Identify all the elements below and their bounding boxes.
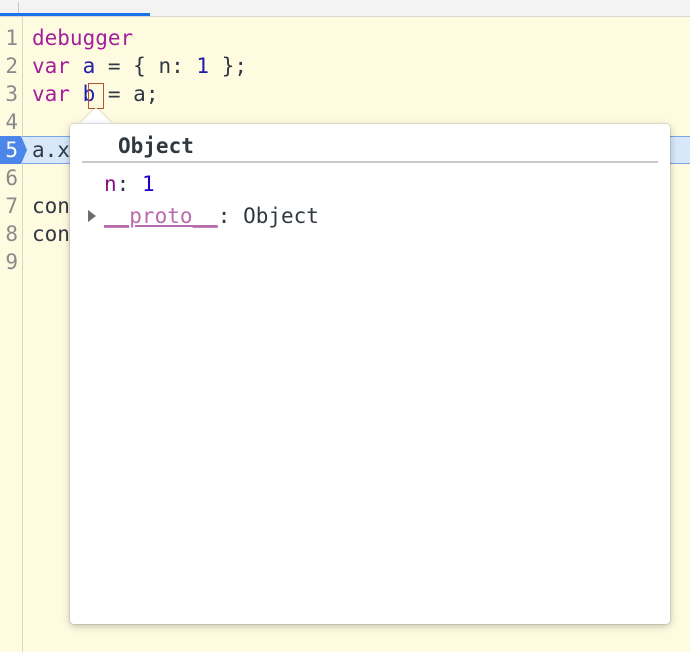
line-number[interactable]: 3 — [0, 80, 18, 108]
line-number[interactable]: 7 — [0, 192, 18, 220]
active-tab-indicator[interactable] — [0, 13, 150, 16]
code-token: var — [32, 82, 70, 106]
property-name: n — [104, 172, 117, 196]
line-code: var a = { n: 1 }; — [32, 52, 247, 80]
code-line[interactable]: 2 var a = { n: 1 }; — [0, 52, 690, 80]
code-token: debugger — [32, 26, 134, 50]
popover-divider — [82, 161, 658, 163]
execution-line-number: 5 — [5, 138, 18, 162]
line-number[interactable]: 2 — [0, 52, 18, 80]
line-code: debugger — [32, 24, 133, 52]
code-token: con — [32, 222, 70, 246]
code-token: var — [32, 54, 70, 78]
line-code: con — [32, 220, 70, 248]
property-row: n: 1 — [104, 170, 155, 198]
line-number[interactable]: 1 — [0, 24, 18, 52]
sources-editor: 1 debugger 2 var a = { n: 1 }; 3 var b = a; 4 a… — [0, 0, 690, 652]
code-token: con — [32, 194, 70, 218]
popover-title: Object — [118, 134, 194, 158]
code-token: a — [82, 54, 96, 78]
property-value: 1 — [141, 172, 155, 196]
object-preview-popover: Object n: 1 __proto__: Object — [70, 124, 670, 624]
code-token: a.x — [32, 138, 70, 162]
line-number[interactable]: 8 — [0, 220, 18, 248]
line-code: con — [32, 192, 70, 220]
tab-separator — [8, 2, 19, 13]
editor-tab-strip — [0, 0, 690, 17]
expand-triangle-icon[interactable] — [88, 210, 96, 222]
property-row[interactable]: __proto__: Object — [104, 202, 319, 230]
code-token: = a; — [95, 82, 159, 106]
line-number[interactable]: 4 — [0, 108, 18, 136]
line-number[interactable]: 9 — [0, 248, 18, 276]
property-separator: : — [217, 204, 244, 228]
line-code: a.x — [32, 136, 70, 164]
code-token: }; — [209, 54, 247, 78]
property-separator: : — [116, 172, 142, 196]
code-line[interactable]: 1 debugger — [0, 24, 690, 52]
property-name: __proto__ — [104, 204, 218, 228]
hovered-token-box[interactable] — [88, 83, 104, 109]
code-token: 1 — [196, 54, 210, 78]
property-value: Object — [243, 204, 319, 228]
line-number[interactable]: 6 — [0, 164, 18, 192]
code-token: = { n: — [95, 54, 197, 78]
